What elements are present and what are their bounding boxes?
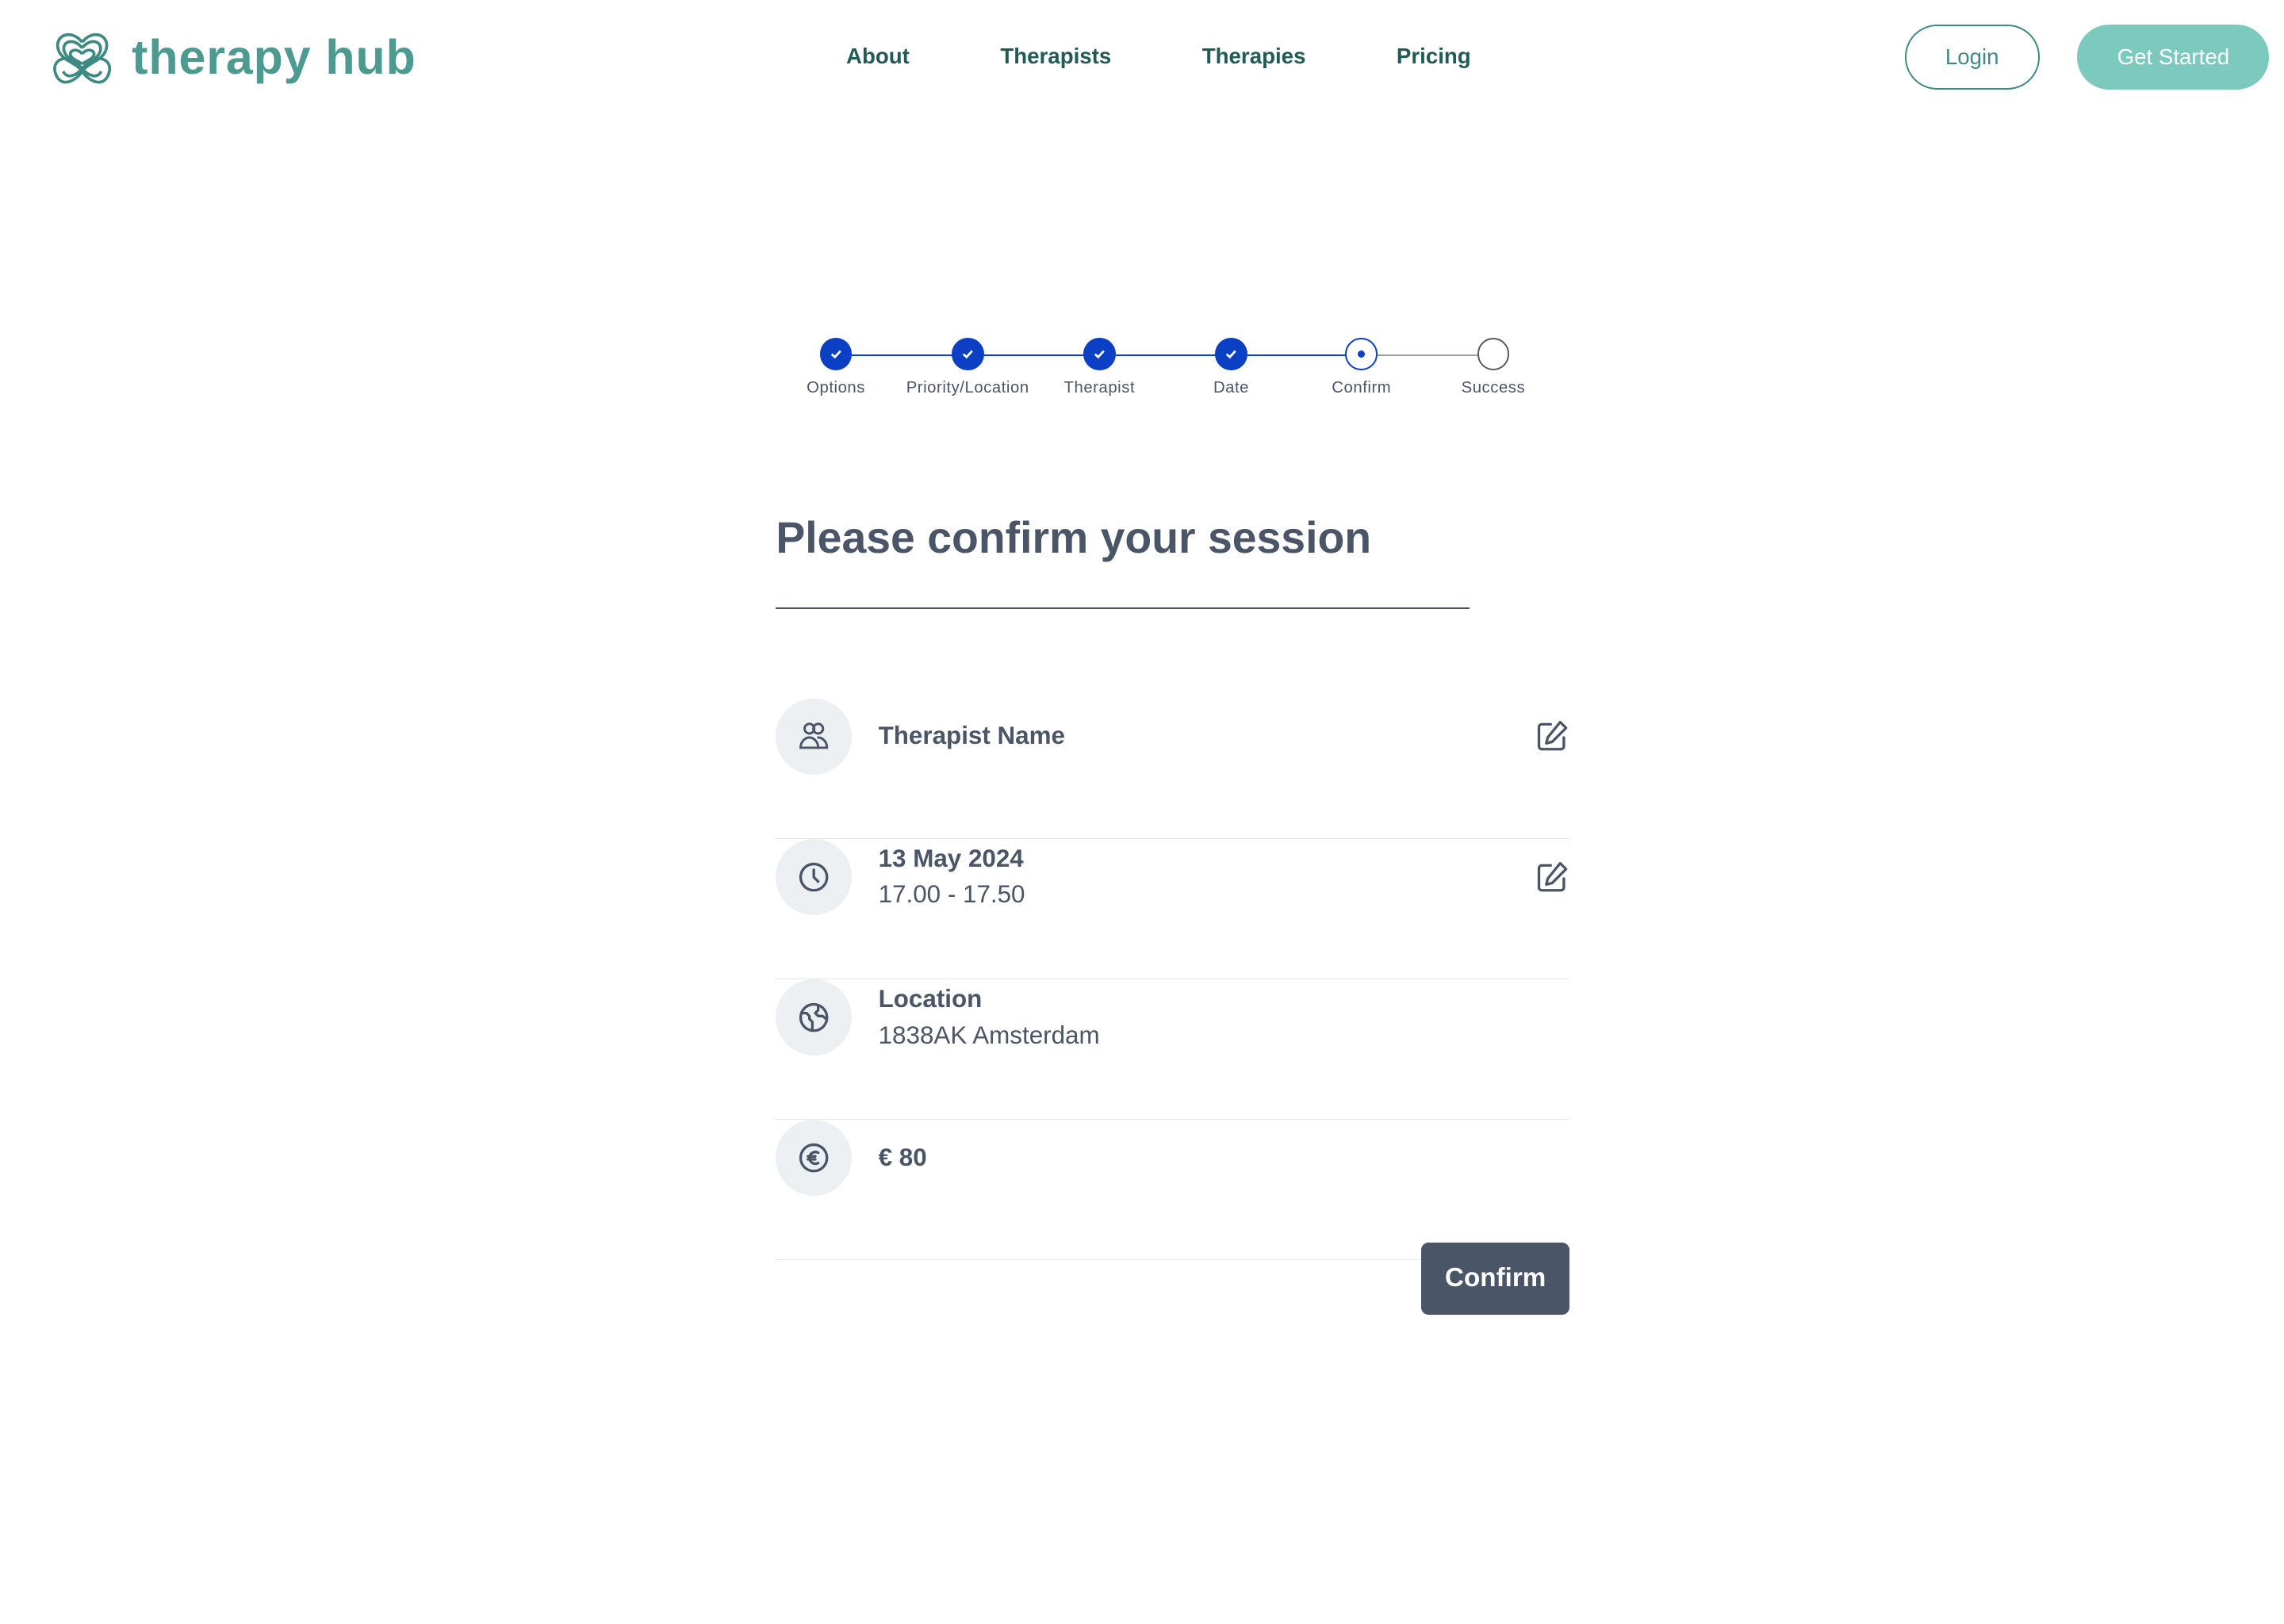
get-started-button[interactable]: Get Started bbox=[2077, 25, 2270, 90]
edit-therapist-icon[interactable] bbox=[1535, 718, 1569, 753]
globe-icon bbox=[799, 1002, 829, 1032]
therapist-row: Therapist Name bbox=[776, 698, 1569, 839]
step-todo-dot bbox=[1477, 338, 1510, 371]
step-done-dot bbox=[951, 338, 984, 371]
confirm-button[interactable]: Confirm bbox=[1421, 1243, 1569, 1315]
step-priority-location: Priority/Location bbox=[895, 334, 1041, 397]
step-label: Priority/Location bbox=[906, 379, 1029, 397]
check-icon bbox=[1226, 350, 1237, 359]
login-button[interactable]: Login bbox=[1904, 25, 2040, 90]
nav-about[interactable]: About bbox=[846, 44, 910, 69]
session-price: € 80 bbox=[878, 1143, 927, 1171]
therapist-info: Therapist Name bbox=[879, 722, 1065, 750]
location-row: Location 1838AK Amsterdam bbox=[776, 979, 1569, 1120]
check-icon bbox=[1094, 350, 1105, 359]
datetime-info: 13 May 2024 17.00 - 17.50 bbox=[879, 845, 1025, 909]
datetime-row: 13 May 2024 17.00 - 17.50 bbox=[776, 838, 1569, 979]
therapist-icon-badge bbox=[776, 698, 853, 775]
page-title: Please confirm your session bbox=[776, 513, 1372, 563]
step-label: Date bbox=[1213, 379, 1250, 397]
main-nav: About Therapists Therapies Pricing bbox=[846, 44, 1562, 69]
step-label: Options bbox=[807, 379, 865, 397]
brand-name: therapy hub bbox=[132, 29, 416, 84]
nav-pricing[interactable]: Pricing bbox=[1397, 44, 1471, 69]
price-info: € 80 bbox=[879, 1143, 927, 1172]
step-done-dot bbox=[1215, 338, 1247, 371]
session-date: 13 May 2024 bbox=[878, 845, 1024, 873]
step-therapist: Therapist bbox=[1026, 334, 1173, 397]
check-icon bbox=[830, 350, 841, 359]
step-options: Options bbox=[763, 334, 910, 397]
nav-therapies[interactable]: Therapies bbox=[1202, 44, 1306, 69]
price-icon-badge bbox=[776, 1120, 853, 1197]
price-row: € 80 bbox=[776, 1120, 1569, 1261]
therapist-name: Therapist Name bbox=[878, 722, 1065, 750]
check-icon bbox=[962, 350, 973, 359]
step-done-dot bbox=[1083, 338, 1116, 371]
logo-icon bbox=[52, 33, 111, 84]
progress-stepper: Options Priority/Location Therapist Date… bbox=[732, 334, 1611, 407]
location-label: Location bbox=[878, 985, 983, 1013]
edit-datetime-icon[interactable] bbox=[1535, 860, 1569, 894]
step-current-dot bbox=[1345, 338, 1378, 371]
datetime-icon-badge bbox=[776, 838, 853, 915]
step-date: Date bbox=[1158, 334, 1305, 397]
site-header: therapy hub About Therapists Therapies P… bbox=[0, 0, 2284, 117]
clock-icon bbox=[799, 862, 829, 892]
users-icon bbox=[799, 722, 829, 749]
nav-therapists[interactable]: Therapists bbox=[1000, 44, 1111, 69]
session-time: 17.00 - 17.50 bbox=[878, 880, 1025, 909]
step-confirm: Confirm bbox=[1288, 334, 1435, 397]
step-done-dot bbox=[819, 338, 853, 371]
step-label: Success bbox=[1461, 379, 1526, 397]
step-label: Therapist bbox=[1063, 379, 1136, 397]
step-success: Success bbox=[1420, 334, 1567, 397]
location-info: Location 1838AK Amsterdam bbox=[879, 985, 1100, 1049]
step-label: Confirm bbox=[1332, 379, 1392, 397]
location-icon-badge bbox=[776, 979, 853, 1055]
location-value: 1838AK Amsterdam bbox=[878, 1021, 1100, 1049]
euro-icon bbox=[799, 1143, 829, 1173]
brand-logo[interactable]: therapy hub bbox=[50, 25, 416, 89]
title-divider bbox=[776, 607, 1470, 609]
